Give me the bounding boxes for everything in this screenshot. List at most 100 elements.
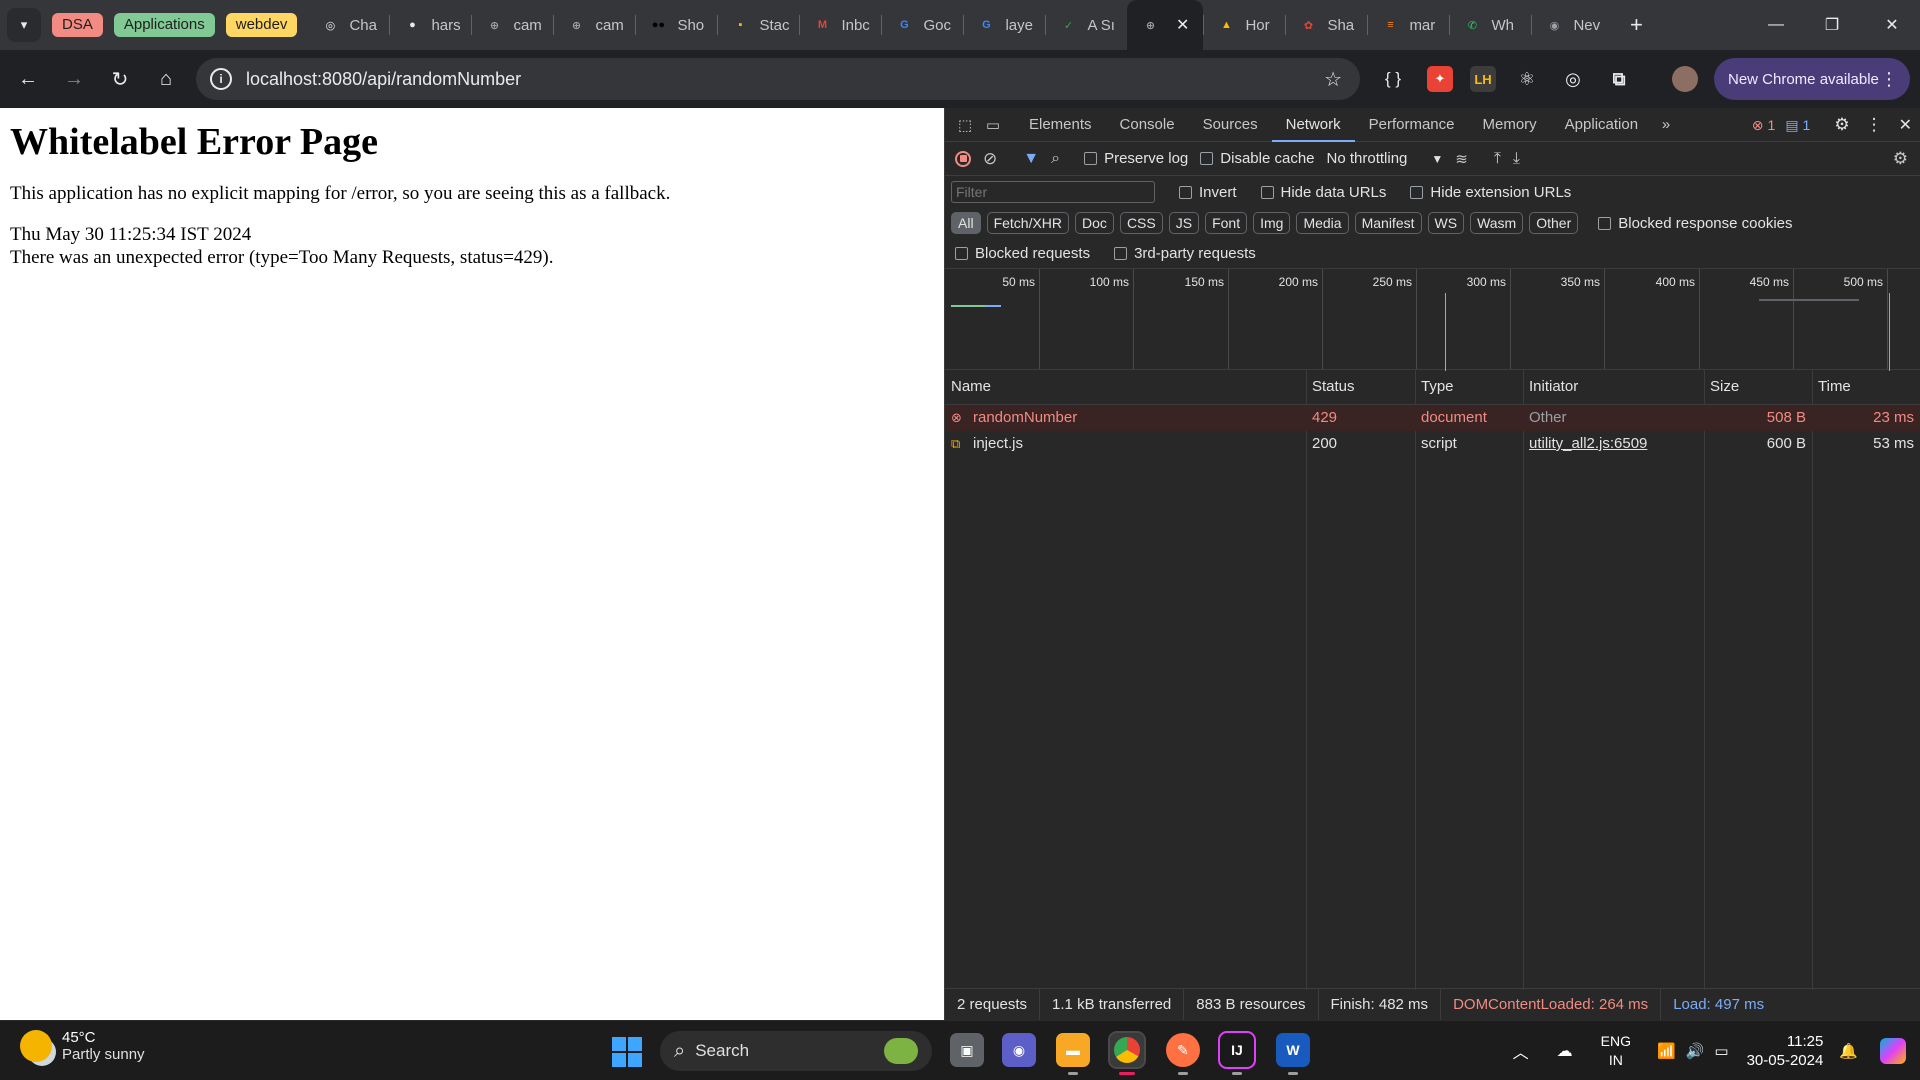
url-text[interactable]: localhost:8080/api/randomNumber xyxy=(246,69,521,90)
json-viewer-extension-icon[interactable]: { } xyxy=(1380,66,1406,92)
filter-funnel-icon[interactable]: ▼ xyxy=(1023,150,1039,168)
type-filter-wasm[interactable]: Wasm xyxy=(1470,212,1524,234)
copilot-icon[interactable] xyxy=(1880,1038,1906,1064)
type-filter-doc[interactable]: Doc xyxy=(1075,212,1114,234)
preserve-log-checkbox[interactable]: Preserve log xyxy=(1084,150,1188,167)
clear-log-icon[interactable]: ⊘ xyxy=(983,149,997,169)
third-party-requests-checkbox[interactable]: 3rd-party requests xyxy=(1114,245,1256,262)
browser-tab[interactable]: ✆ Wh xyxy=(1449,0,1531,50)
filter-input[interactable] xyxy=(951,181,1155,203)
lighthouse-extension-icon[interactable]: LH xyxy=(1470,66,1496,92)
browser-tab[interactable]: ▪ Stac xyxy=(717,0,799,50)
postman-icon[interactable]: ✎ xyxy=(1166,1033,1200,1075)
extensions-puzzle-icon[interactable]: ⧉ xyxy=(1606,66,1632,92)
extension-red-icon[interactable]: ✦ xyxy=(1427,66,1453,92)
type-filter-fetch-xhr[interactable]: Fetch/XHR xyxy=(986,212,1070,234)
browser-tab[interactable]: ≡ mar xyxy=(1367,0,1449,50)
new-tab-button[interactable]: + xyxy=(1619,8,1653,42)
blocked-requests-checkbox[interactable]: Blocked requests xyxy=(955,245,1090,262)
home-button[interactable]: ⌂ xyxy=(146,59,186,99)
devtools-tab-application[interactable]: Application xyxy=(1551,108,1652,142)
back-button[interactable]: ← xyxy=(8,59,48,99)
tab-group-chip[interactable]: DSA xyxy=(52,13,103,37)
profile-avatar[interactable] xyxy=(1672,66,1698,92)
tab-group-chip[interactable]: webdev xyxy=(225,13,298,37)
intellij-icon[interactable]: IJ xyxy=(1218,1031,1256,1075)
type-filter-css[interactable]: CSS xyxy=(1119,212,1163,234)
chrome-taskbar-icon[interactable] xyxy=(1108,1031,1146,1075)
type-filter-all[interactable]: All xyxy=(951,212,981,234)
type-filter-other[interactable]: Other xyxy=(1529,212,1579,234)
export-har-icon[interactable]: ⤓ xyxy=(1513,150,1520,168)
volume-icon[interactable]: 🔊 xyxy=(1686,1042,1705,1060)
type-filter-img[interactable]: Img xyxy=(1253,212,1291,234)
battery-icon[interactable]: ▭ xyxy=(1714,1042,1728,1060)
import-har-icon[interactable]: ⤒ xyxy=(1494,150,1501,168)
type-filter-font[interactable]: Font xyxy=(1205,212,1248,234)
target-extension-icon[interactable]: ◎ xyxy=(1560,66,1586,92)
browser-tab[interactable]: ⊕ cam xyxy=(553,0,635,50)
react-devtools-icon[interactable]: ⚛ xyxy=(1514,66,1540,92)
browser-tab[interactable]: ⊕ cam xyxy=(471,0,553,50)
request-row[interactable]: ⊗ randomNumber 429 document Other 508 B 23 ms xyxy=(945,405,1920,431)
request-row[interactable]: ⧉ inject.js 200 script utility_all2.js:6509 6… xyxy=(945,431,1920,457)
close-tab-icon[interactable]: ✕ xyxy=(1176,15,1189,35)
close-devtools-icon[interactable]: ✕ xyxy=(1899,115,1912,135)
restore-button[interactable]: ❐ xyxy=(1804,0,1860,50)
teams-icon[interactable]: ◉ xyxy=(1002,1033,1036,1067)
column-header-name[interactable]: Name xyxy=(945,370,991,404)
language-indicator[interactable]: ENG IN xyxy=(1601,1032,1631,1070)
word-icon[interactable]: W xyxy=(1276,1033,1310,1075)
wifi-icon[interactable]: 📶 xyxy=(1657,1042,1676,1060)
bookmark-star-icon[interactable]: ☆ xyxy=(1324,67,1342,92)
browser-tab[interactable]: ● hars xyxy=(389,0,471,50)
active-tab[interactable]: ⊕ ✕ xyxy=(1127,0,1204,50)
devtools-tab-memory[interactable]: Memory xyxy=(1469,108,1551,142)
devtools-menu-icon[interactable]: ⋮ xyxy=(1866,115,1883,135)
minimize-button[interactable]: — xyxy=(1748,0,1804,50)
clock[interactable]: 11:25 30-05-2024 xyxy=(1747,1032,1824,1070)
address-bar[interactable]: i localhost:8080/api/randomNumber ☆ xyxy=(196,58,1360,100)
disable-cache-checkbox[interactable]: Disable cache xyxy=(1200,150,1315,167)
search-icon[interactable]: ⌕ xyxy=(1051,150,1060,168)
browser-tab[interactable]: M Inbc xyxy=(799,0,881,50)
network-overview-timeline[interactable]: 50 ms 100 ms 150 ms 200 ms 250 ms 300 ms 350 m… xyxy=(945,268,1920,371)
column-header-status[interactable]: Status xyxy=(1306,370,1355,404)
hide-data-urls-checkbox[interactable]: Hide data URLs xyxy=(1260,184,1386,201)
browser-tab[interactable]: ✓ A Sı xyxy=(1045,0,1127,50)
forward-button[interactable]: → xyxy=(54,59,94,99)
browser-tab[interactable]: G Goc xyxy=(881,0,963,50)
site-info-icon[interactable]: i xyxy=(210,68,232,90)
browser-tab[interactable]: ◉ Nev xyxy=(1531,0,1613,50)
devtools-tab-elements[interactable]: Elements xyxy=(1015,108,1106,142)
type-filter-ws[interactable]: WS xyxy=(1427,212,1465,234)
throttling-select[interactable]: No throttling ▼ xyxy=(1327,150,1444,167)
show-hidden-icons-chevron-icon[interactable]: ︿ xyxy=(1513,1039,1529,1063)
weather-widget[interactable]: 45°C Partly sunny xyxy=(20,1029,145,1063)
type-filter-media[interactable]: Media xyxy=(1296,212,1349,234)
browser-tab[interactable]: ◎ Cha xyxy=(307,0,389,50)
start-button[interactable] xyxy=(612,1037,642,1067)
request-initiator[interactable]: utility_all2.js:6509 xyxy=(1523,431,1704,457)
new-chrome-available-button[interactable]: New Chrome available ⋮ xyxy=(1714,58,1910,100)
console-messages-badge[interactable]: ▤ 1 xyxy=(1785,117,1810,134)
more-tabs-chevron-icon[interactable]: » xyxy=(1652,111,1680,139)
taskbar-search[interactable]: ⌕ Search xyxy=(660,1031,932,1071)
hide-extension-urls-checkbox[interactable]: Hide extension URLs xyxy=(1410,184,1571,201)
device-toolbar-icon[interactable]: ▭ xyxy=(979,111,1007,139)
type-filter-manifest[interactable]: Manifest xyxy=(1354,212,1422,234)
blocked-response-cookies-checkbox[interactable]: Blocked response cookies xyxy=(1598,215,1793,232)
settings-gear-icon[interactable]: ⚙ xyxy=(1834,115,1849,135)
inspect-element-icon[interactable]: ⬚ xyxy=(951,111,979,139)
reload-button[interactable]: ↻ xyxy=(100,59,140,99)
devtools-tab-performance[interactable]: Performance xyxy=(1355,108,1469,142)
column-header-initiator[interactable]: Initiator xyxy=(1523,370,1578,404)
browser-tab[interactable]: Glaye xyxy=(963,0,1045,50)
task-view-icon[interactable]: ▣ xyxy=(950,1033,984,1067)
onedrive-off-icon[interactable]: ☁ xyxy=(1557,1041,1573,1061)
type-filter-js[interactable]: JS xyxy=(1168,212,1200,234)
browser-tab[interactable]: ●● Sho xyxy=(635,0,717,50)
browser-tab[interactable]: ▲ Hor xyxy=(1203,0,1285,50)
network-settings-gear-icon[interactable]: ⚙ xyxy=(1893,149,1908,169)
record-stop-button[interactable] xyxy=(955,150,971,167)
